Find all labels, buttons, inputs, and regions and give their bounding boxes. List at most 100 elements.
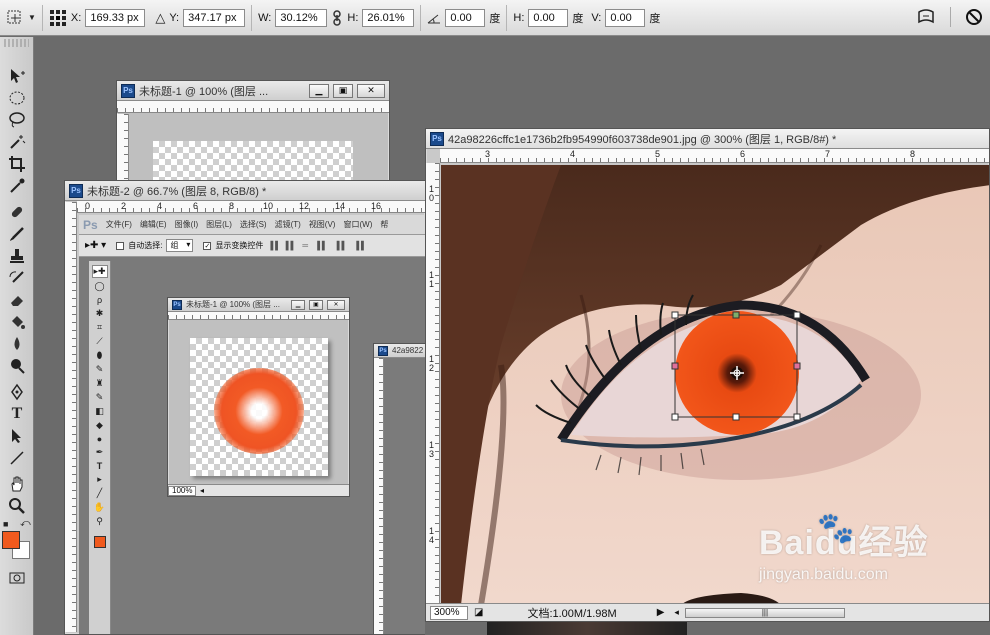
mini-menu-item[interactable]: 编辑(E) <box>140 219 167 230</box>
status-menu-arrow-icon[interactable]: ▶ <box>657 607 665 618</box>
h-scroll-left-icon[interactable]: ◂ <box>674 607 679 618</box>
window-2-title: 未标题-2 @ 66.7% (图层 8, RGB/8) * <box>87 185 267 198</box>
cancel-transform-icon[interactable] <box>965 7 983 27</box>
mini-tool-icon[interactable]: ◧ <box>95 406 104 417</box>
align-icons[interactable]: ▐▌▐▌ ═ ▐▌ ▐▌ ▐▌ <box>267 241 368 250</box>
eyedropper-icon[interactable] <box>0 175 34 197</box>
blur-tool-icon[interactable] <box>0 333 34 355</box>
marquee-tool-icon[interactable] <box>0 87 34 109</box>
inner-document-window[interactable]: Ps 未标题-1 @ 100% (图层 ... ▁ ▣ ✕ 100% ◂ <box>167 297 350 497</box>
h-scrollbar[interactable]: ||| <box>684 607 845 618</box>
move-tool-icon[interactable] <box>0 65 34 87</box>
magic-wand-icon[interactable] <box>0 131 34 153</box>
zoom-tool-icon[interactable] <box>0 495 34 517</box>
width-input[interactable]: 30.12% <box>275 8 328 27</box>
chevron-down-icon[interactable]: ▼ <box>28 13 36 22</box>
document-window-1[interactable]: Ps 未标题-1 @ 100% (图层 ... ▁ ▣ ✕ <box>116 80 390 190</box>
swap-colors-icon[interactable]: ⤺ <box>20 518 31 529</box>
brush-tool-icon[interactable] <box>0 223 34 245</box>
mini-menu-item[interactable]: 文件(F) <box>106 219 132 230</box>
inner-document-window-2[interactable]: Ps 42a9822 <box>373 343 425 634</box>
mini-tool-icon[interactable]: ✎ <box>96 364 104 375</box>
history-brush-icon[interactable] <box>0 267 34 289</box>
lasso-tool-icon[interactable] <box>0 109 34 131</box>
move-transform-icon[interactable] <box>6 9 24 27</box>
mini-tool-icon[interactable]: ⬮ <box>97 350 103 361</box>
mini-tool-icon[interactable]: ✎ <box>96 392 104 403</box>
pen-tool-icon[interactable] <box>0 381 34 403</box>
mini-tool-icon[interactable]: ◆ <box>96 420 103 431</box>
clone-stamp-icon[interactable] <box>0 245 34 267</box>
eraser-icon[interactable] <box>0 289 34 311</box>
toolbox-grip[interactable] <box>4 39 29 47</box>
mini-menu-item[interactable]: 视图(V) <box>309 219 336 230</box>
mini-tool-icon[interactable]: ◯ <box>94 281 104 292</box>
mini-tool-icon[interactable]: ▸✚ <box>91 265 108 278</box>
tool-preset-group[interactable]: ▼ <box>0 4 43 31</box>
line-tool-icon[interactable] <box>0 447 34 469</box>
mini-tool-icon[interactable]: ● <box>97 434 102 444</box>
status-arrow-icon[interactable]: ◂ <box>200 486 204 495</box>
mini-tool-icon[interactable]: T <box>97 461 103 471</box>
document-window-3[interactable]: Ps 42a98226cffc1e1736b2fb954990f603738de… <box>425 128 990 622</box>
hskew-input[interactable]: 0.00 <box>528 8 569 27</box>
auto-select-dropdown[interactable]: 组 ▾ <box>166 239 194 252</box>
mini-tool-icon[interactable]: ⌗ <box>97 322 102 333</box>
mini-menu-item[interactable]: 图像(I) <box>175 219 199 230</box>
mini-tool-icon[interactable]: ♜ <box>95 378 103 389</box>
mini-tool-icon[interactable]: ρ <box>97 295 102 305</box>
path-selection-icon[interactable] <box>0 425 34 447</box>
window-1-titlebar[interactable]: Ps 未标题-1 @ 100% (图层 ... ▁ ▣ ✕ <box>117 81 389 101</box>
quick-mask-icon[interactable] <box>0 567 34 589</box>
window-3-titlebar[interactable]: Ps 42a98226cffc1e1736b2fb954990f603738de… <box>426 129 989 149</box>
eye-photo-canvas[interactable]: 🐾 Baidu经验 jingyan.baidu.com <box>441 165 989 605</box>
height-input[interactable]: 26.01% <box>362 8 415 27</box>
vskew-input[interactable]: 0.00 <box>605 8 646 27</box>
hand-tool-icon[interactable] <box>0 473 34 495</box>
mini-menu-item[interactable]: 图层(L) <box>206 219 232 230</box>
minimize-icon[interactable]: ▁ <box>291 299 305 310</box>
mini-tool-icon[interactable]: ⟋ <box>96 336 102 347</box>
link-icon[interactable] <box>331 9 343 26</box>
close-icon[interactable]: ✕ <box>357 83 385 98</box>
inner-window-canvas[interactable] <box>190 338 328 476</box>
crop-tool-icon[interactable] <box>0 153 34 175</box>
mini-tool-icon[interactable]: ⚲ <box>96 516 103 527</box>
show-transform-checkbox[interactable]: ✓ <box>203 241 212 250</box>
window-2-titlebar[interactable]: Ps 未标题-2 @ 66.7% (图层 8, RGB/8) * <box>65 181 425 201</box>
mini-menu-item[interactable]: 滤镜(T) <box>275 219 301 230</box>
mini-tool-icon[interactable]: ✱ <box>96 308 104 319</box>
paint-bucket-icon[interactable] <box>0 311 34 333</box>
dodge-tool-icon[interactable] <box>0 355 34 377</box>
default-colors-icon[interactable]: ■ <box>3 519 8 529</box>
minimize-icon[interactable]: ▁ <box>309 83 329 98</box>
healing-brush-icon[interactable] <box>0 201 34 223</box>
angle-input[interactable]: 0.00 <box>445 8 486 27</box>
auto-select-checkbox[interactable] <box>116 241 125 250</box>
y-input[interactable]: 347.17 px <box>183 8 246 27</box>
mini-tool-icon[interactable]: ╱ <box>97 488 102 499</box>
mini-tool-icon[interactable]: ✒ <box>96 447 104 458</box>
inner-zoom-field[interactable]: 100% <box>168 485 196 496</box>
mini-tool-icon[interactable]: ✋ <box>94 502 105 513</box>
mini-move-icon[interactable]: ▸✚ ▾ <box>85 240 106 251</box>
mini-menu-item[interactable]: 选择(S) <box>240 219 267 230</box>
maximize-icon[interactable]: ▣ <box>333 83 353 98</box>
close-icon[interactable]: ✕ <box>327 299 345 310</box>
mini-menu-item[interactable]: 帮 <box>380 219 388 230</box>
type-tool-icon[interactable]: T <box>0 403 34 425</box>
x-input[interactable]: 169.33 px <box>85 8 146 27</box>
document-window-2[interactable]: Ps 未标题-2 @ 66.7% (图层 8, RGB/8) * 0 2 4 6… <box>64 180 426 635</box>
warp-icon[interactable] <box>916 7 936 27</box>
reference-point-icon[interactable] <box>49 9 67 27</box>
mini-tool-icon[interactable]: ▸ <box>97 474 102 485</box>
mini-menu-item[interactable]: 窗口(W) <box>343 219 372 230</box>
mini-fg-swatch[interactable] <box>93 536 106 548</box>
zoom-field[interactable]: 300% <box>430 605 468 620</box>
doc-info[interactable]: 文档:1.00M/1.98M <box>527 605 616 621</box>
inner-window-titlebar[interactable]: Ps 未标题-1 @ 100% (图层 ... ▁ ▣ ✕ <box>168 298 349 312</box>
foreground-color-swatch[interactable] <box>2 531 20 549</box>
status-icon[interactable]: ◪ <box>474 607 483 618</box>
maximize-icon[interactable]: ▣ <box>309 299 323 310</box>
inner-window-2-titlebar[interactable]: Ps 42a9822 <box>374 344 425 358</box>
